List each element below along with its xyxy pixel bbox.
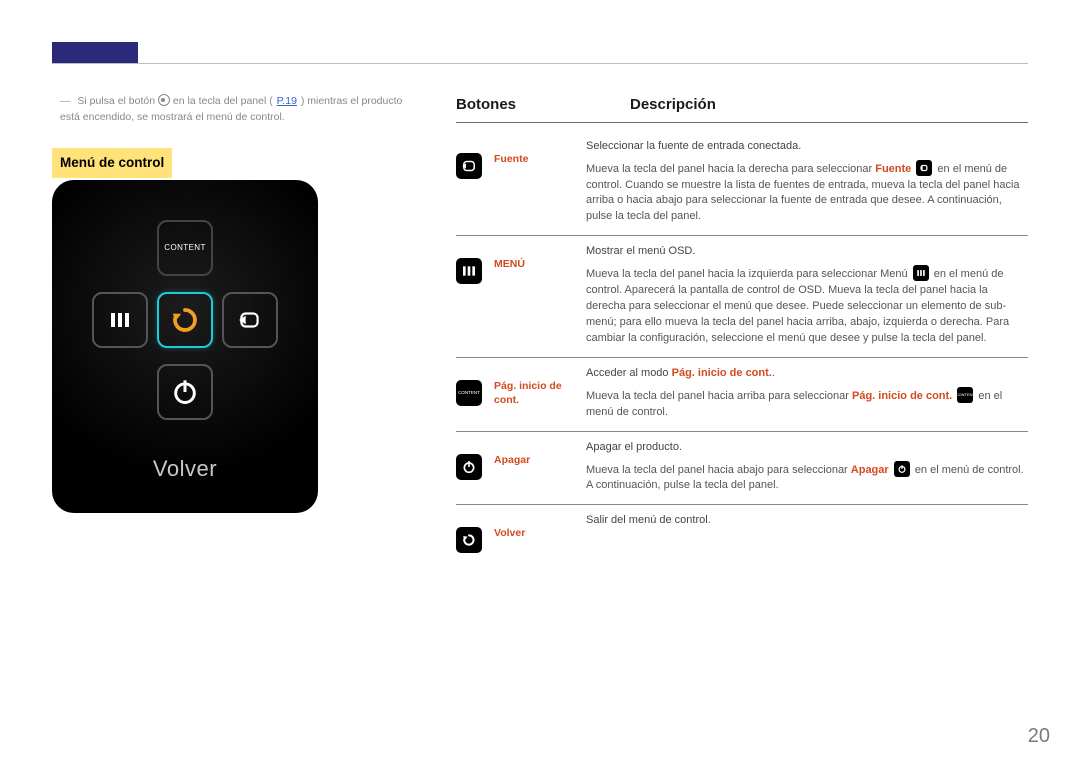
bullet-icon: ― [60, 95, 75, 107]
row-lead: Acceder al modo Pág. inicio de cont.. [586, 366, 1028, 382]
power-icon [456, 454, 482, 480]
row-label: Fuente [494, 139, 586, 167]
power-icon [171, 378, 199, 406]
header-botones: Botones [456, 94, 630, 116]
row-label: MENÚ [494, 244, 586, 272]
row-lead: Mostrar el menú OSD. [586, 244, 1028, 260]
menu-icon [108, 308, 132, 332]
table-row: Apagar Apagar el producto. Mueva la tecl… [456, 432, 1028, 506]
row-label: Apagar [494, 440, 586, 468]
row-lead-a: Acceder al modo [586, 367, 672, 379]
row-icon-cell [456, 244, 494, 284]
page-ref-link[interactable]: P.19 [276, 95, 298, 107]
row-body-a: Mueva la tecla del panel hacia la derech… [586, 163, 875, 175]
panel-caption: Volver [52, 453, 318, 485]
table-header: Botones Descripción [456, 94, 1028, 116]
row-icon-cell [456, 513, 494, 553]
row-description: Apagar el producto. Mueva la tecla del p… [586, 440, 1028, 495]
header-accent-bar [52, 42, 138, 64]
row-lead: Seleccionar la fuente de entrada conecta… [586, 139, 1028, 155]
return-icon [170, 305, 200, 335]
panel-key-icon [158, 94, 170, 106]
header-descripcion: Descripción [630, 94, 716, 116]
row-icon-cell [456, 440, 494, 480]
row-description: Salir del menú de control. [586, 513, 1028, 529]
panel-button-return [157, 292, 213, 348]
return-icon [456, 527, 482, 553]
row-label: Pág. inicio de cont. [494, 366, 586, 407]
row-lead: Salir del menú de control. [586, 513, 1028, 529]
table-row: MENÚ Mostrar el menú OSD. Mueva la tecla… [456, 236, 1028, 358]
panel-button-source [222, 292, 278, 348]
row-body-a: Mueva la tecla del panel hacia arriba pa… [586, 390, 852, 402]
row-label: Volver [494, 513, 586, 541]
table-row: CONTENT Pág. inicio de cont. Acceder al … [456, 358, 1028, 432]
hint-part-1: Si pulsa el botón [77, 95, 158, 107]
content-label: CONTENT [164, 242, 205, 254]
row-highlight: Pág. inicio de cont. [852, 390, 952, 402]
panel-button-content: CONTENT [157, 220, 213, 276]
hint-part-2: en la tecla del panel ( [173, 95, 273, 107]
row-description: Acceder al modo Pág. inicio de cont.. Mu… [586, 366, 1028, 421]
row-highlight: Fuente [875, 163, 911, 175]
row-icon-cell: CONTENT [456, 366, 494, 406]
row-body-a: Mueva la tecla del panel hacia la izquie… [586, 268, 911, 280]
hint-text: ― Si pulsa el botón en la tecla del pane… [60, 94, 425, 126]
row-description: Seleccionar la fuente de entrada conecta… [586, 139, 1028, 226]
content-icon: CONTENT [456, 380, 482, 406]
header-rule [456, 122, 1028, 123]
content-icon-label: CONTENT [458, 390, 480, 397]
table-row: Volver Salir del menú de control. [456, 505, 1028, 563]
inline-content-icon: CONTENT [957, 387, 973, 403]
section-title: Menú de control [52, 148, 172, 178]
buttons-table: Botones Descripción Fuente Seleccionar l… [456, 94, 1028, 563]
row-lead-hl: Pág. inicio de cont. [672, 367, 772, 379]
panel-button-menu [92, 292, 148, 348]
inline-content-label: CONTENT [956, 393, 975, 397]
control-menu-graphic: CONTENT Volver [52, 180, 318, 513]
row-lead-b: . [772, 367, 775, 379]
row-description: Mostrar el menú OSD. Mueva la tecla del … [586, 244, 1028, 347]
menu-icon [456, 258, 482, 284]
inline-menu-icon [913, 265, 929, 281]
panel-button-power [157, 364, 213, 420]
row-icon-cell [456, 139, 494, 179]
page-number: 20 [1028, 722, 1050, 751]
inline-power-icon [894, 461, 910, 477]
source-icon [237, 307, 263, 333]
row-highlight: Apagar [851, 463, 889, 475]
source-icon [456, 153, 482, 179]
control-panel: CONTENT Volver [52, 180, 318, 513]
row-body-a: Mueva la tecla del panel hacia abajo par… [586, 463, 851, 475]
header-divider [52, 63, 1028, 64]
table-row: Fuente Seleccionar la fuente de entrada … [456, 131, 1028, 237]
row-lead: Apagar el producto. [586, 440, 1028, 456]
inline-source-icon [916, 160, 932, 176]
